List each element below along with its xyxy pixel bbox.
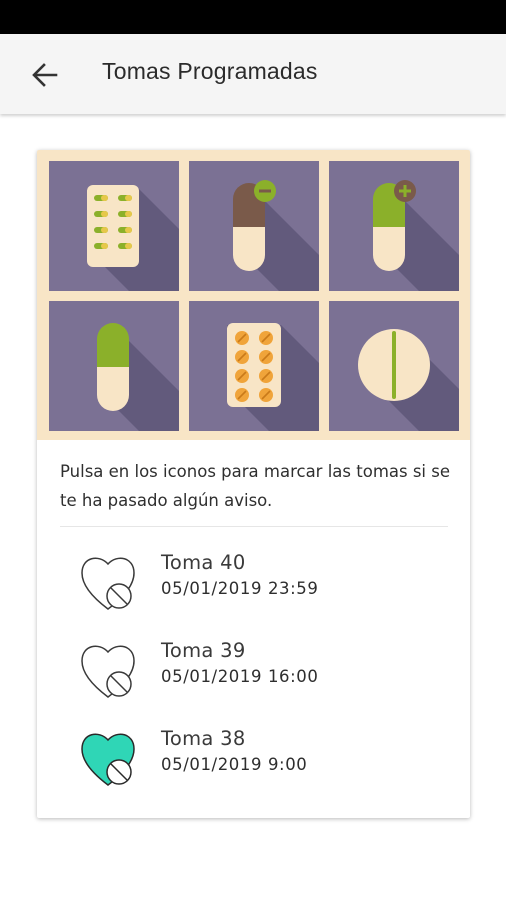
capsule-add-icon (373, 180, 459, 291)
dose-item-38[interactable]: Toma 38 05/01/2019 9:00 (77, 727, 457, 801)
tile-capsule-green[interactable] (49, 301, 179, 431)
status-bar (0, 0, 506, 34)
dose-item-40[interactable]: Toma 40 05/01/2019 23:59 (77, 551, 457, 625)
doses-card: Pulsa en los iconos para marcar las toma… (37, 150, 470, 818)
app-bar: Tomas Programadas (0, 34, 506, 114)
tile-round-tablet[interactable] (329, 301, 459, 431)
divider (60, 526, 448, 527)
heart-pill-outline-icon (81, 645, 135, 698)
heart-pill-taken-icon (81, 733, 135, 786)
pill-icon-grid (37, 150, 470, 440)
tile-blister-orange[interactable] (189, 301, 319, 431)
arrow-left-icon (32, 63, 58, 87)
instructions-text: Pulsa en los iconos para marcar las toma… (60, 462, 451, 510)
page-title: Tomas Programadas (102, 58, 318, 84)
heart-pill-outline-icon (81, 557, 135, 610)
dose-title: Toma 38 (161, 727, 246, 750)
tile-blister-green[interactable] (49, 161, 179, 291)
dose-date: 05/01/2019 23:59 (161, 579, 319, 598)
dose-date: 05/01/2019 16:00 (161, 667, 319, 686)
capsule-green-icon (97, 323, 179, 431)
dose-title: Toma 40 (161, 551, 246, 574)
blister-pack-orange-icon (227, 323, 319, 431)
tile-capsule-remove[interactable] (189, 161, 319, 291)
capsule-remove-icon (233, 180, 319, 291)
dose-date: 05/01/2019 9:00 (161, 755, 308, 774)
back-button[interactable] (22, 52, 68, 98)
round-tablet-icon (358, 329, 459, 431)
dose-item-39[interactable]: Toma 39 05/01/2019 16:00 (77, 639, 457, 713)
dose-title: Toma 39 (161, 639, 246, 662)
blister-pack-green-icon (87, 185, 179, 291)
tile-capsule-add[interactable] (329, 161, 459, 291)
